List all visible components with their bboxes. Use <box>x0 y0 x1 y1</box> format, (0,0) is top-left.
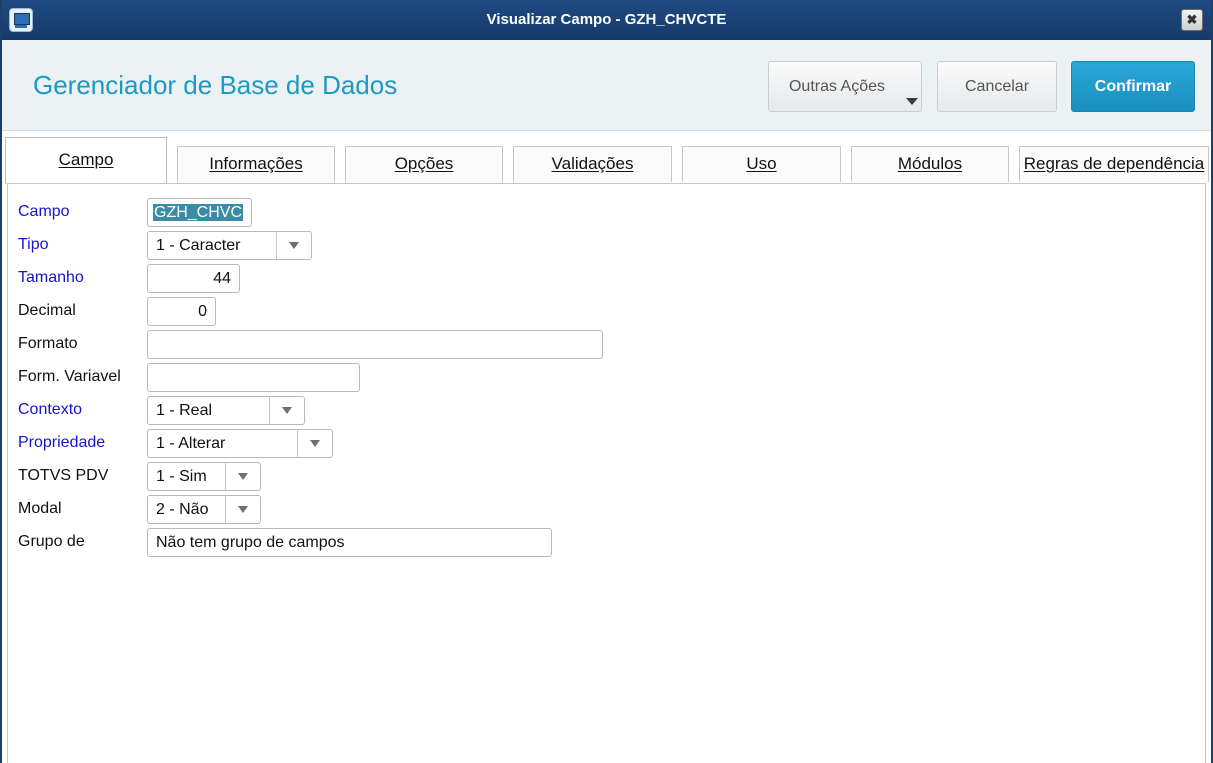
tamanho-label: Tamanho <box>18 269 84 286</box>
propriedade-label: Propriedade <box>18 434 106 451</box>
form-variavel-field[interactable] <box>147 363 360 392</box>
grupo-label: Grupo de <box>18 533 85 550</box>
dropdown-arrow-icon <box>289 242 299 249</box>
propriedade-dropdown-button[interactable] <box>297 430 332 457</box>
modal-value: 2 - Não <box>156 501 209 518</box>
campo-value: GZH_CHVC <box>153 204 244 221</box>
form-panel: Campo GZH_CHVC Tipo 1 - Caracter Tamanho… <box>7 183 1206 763</box>
formato-field[interactable] <box>147 330 603 359</box>
totvs-pdv-label: TOTVS PDV <box>18 467 109 484</box>
tab-campo[interactable]: Campo <box>5 137 167 184</box>
page-title: Gerenciador de Base de Dados <box>33 70 398 100</box>
tab-regras-de-dependencia[interactable]: Regras de dependência <box>1019 146 1209 182</box>
tab-opcoes[interactable]: Opções <box>345 146 503 182</box>
tab-validacoes[interactable]: Validações <box>513 146 672 182</box>
tipo-dropdown-button[interactable] <box>276 232 311 259</box>
chevron-down-icon <box>906 98 918 105</box>
modal-select[interactable]: 2 - Não <box>147 495 261 524</box>
confirm-button[interactable]: Confirmar <box>1071 61 1195 112</box>
totvs-pdv-dropdown-button[interactable] <box>225 463 260 490</box>
decimal-field[interactable]: 0 <box>147 297 216 326</box>
contexto-select[interactable]: 1 - Real <box>147 396 305 425</box>
totvs-pdv-value: 1 - Sim <box>156 468 207 485</box>
tab-modulos[interactable]: Módulos <box>851 146 1009 182</box>
form-variavel-label: Form. Variavel <box>18 368 121 385</box>
title-bar: Visualizar Campo - GZH_CHVCTE ✖ <box>2 0 1211 40</box>
dropdown-arrow-icon <box>282 407 292 414</box>
more-actions-button[interactable]: Outras Ações <box>768 61 922 112</box>
modal-dropdown-button[interactable] <box>225 496 260 523</box>
contexto-label: Contexto <box>18 401 83 418</box>
formato-label: Formato <box>18 335 78 352</box>
dropdown-arrow-icon <box>238 473 248 480</box>
propriedade-select[interactable]: 1 - Alterar <box>147 429 333 458</box>
campo-field[interactable]: GZH_CHVC <box>147 198 252 227</box>
dropdown-arrow-icon <box>238 506 248 513</box>
decimal-label: Decimal <box>18 302 76 319</box>
more-actions-label: Outras Ações <box>788 78 886 95</box>
tab-informacoes[interactable]: Informações <box>177 146 335 182</box>
header-bar: Gerenciador de Base de Dados Outras Açõe… <box>2 40 1211 131</box>
campo-label: Campo <box>18 203 70 220</box>
tipo-select[interactable]: 1 - Caracter <box>147 231 312 260</box>
close-icon[interactable]: ✖ <box>1181 9 1203 31</box>
dropdown-arrow-icon <box>310 440 320 447</box>
tab-uso[interactable]: Uso <box>682 146 841 182</box>
tamanho-field[interactable]: 44 <box>147 264 240 293</box>
dialog-window: Visualizar Campo - GZH_CHVCTE ✖ Gerencia… <box>0 0 1213 763</box>
modal-label: Modal <box>18 500 62 517</box>
tipo-value: 1 - Caracter <box>156 237 241 254</box>
totvs-pdv-select[interactable]: 1 - Sim <box>147 462 261 491</box>
cancel-button[interactable]: Cancelar <box>937 61 1057 112</box>
propriedade-value: 1 - Alterar <box>156 435 226 452</box>
tipo-label: Tipo <box>18 236 49 253</box>
window-title: Visualizar Campo - GZH_CHVCTE <box>486 11 727 28</box>
tab-bar: Campo Informações Opções Validações Uso … <box>2 136 1211 184</box>
contexto-dropdown-button[interactable] <box>269 397 304 424</box>
grupo-field[interactable]: Não tem grupo de campos <box>147 528 552 557</box>
contexto-value: 1 - Real <box>156 402 213 419</box>
